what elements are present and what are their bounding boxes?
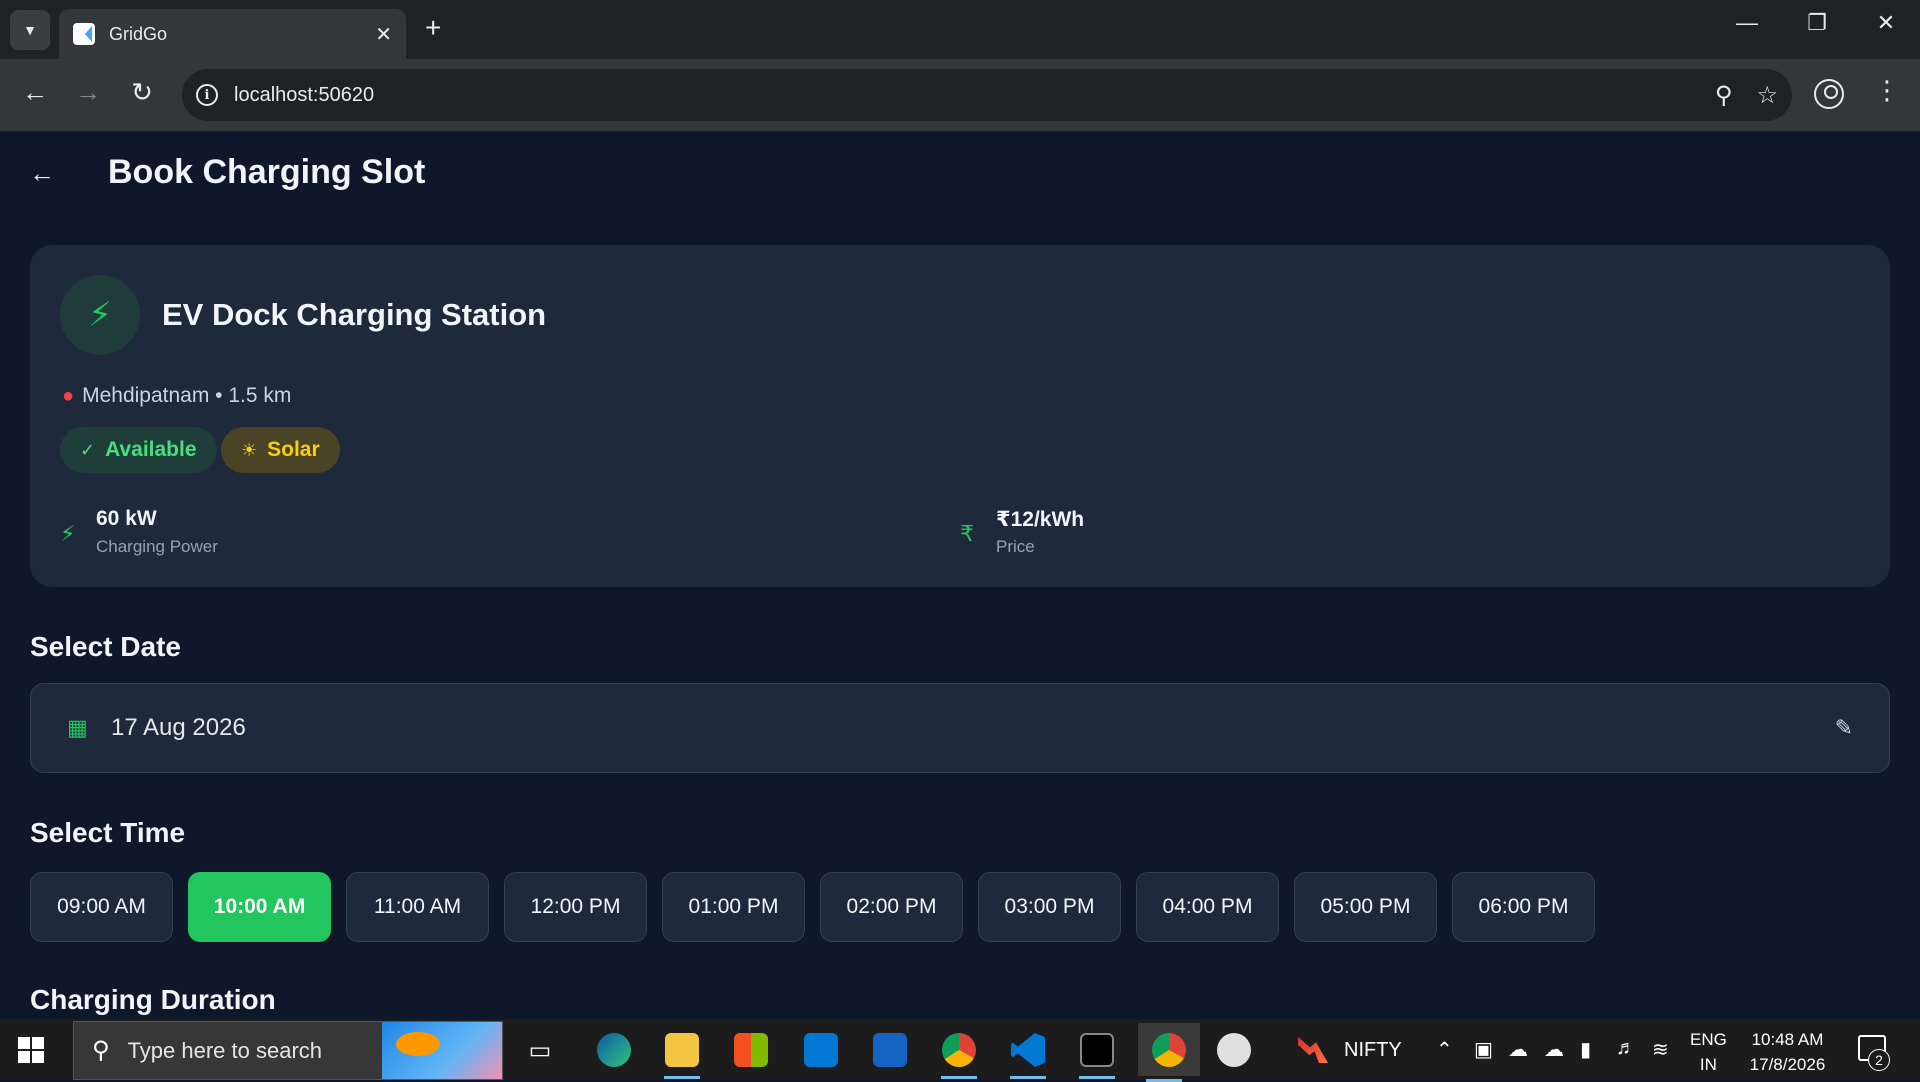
meet-icon[interactable]: ▣ <box>1474 1037 1493 1062</box>
time-slot[interactable]: 11:00 AM <box>346 872 489 942</box>
bolt-icon: ⚡ <box>60 521 76 546</box>
time-slot[interactable]: 03:00 PM <box>978 872 1121 942</box>
search-placeholder: Type here to search <box>127 1037 323 1063</box>
forward-button[interactable]: → <box>70 77 106 108</box>
language-indicator[interactable]: ENG IN <box>1690 1027 1727 1077</box>
windows-taskbar: ⚲ Type here to search ▭ NIFTY ⌃ ▣ ☁ ☁ ▮ … <box>0 1019 1920 1082</box>
onedrive-icon[interactable]: ☁ <box>1544 1037 1564 1062</box>
windsurf-icon[interactable] <box>864 1027 916 1073</box>
page-title: Book Charging Slot <box>108 153 426 191</box>
profile-icon[interactable] <box>1814 79 1844 109</box>
tab-title: GridGo <box>109 23 168 44</box>
currency-icon: ₹ <box>960 521 974 546</box>
kebab-menu-icon[interactable]: ⋮ <box>1874 75 1900 106</box>
tab-search-button[interactable]: ▼ <box>10 10 50 50</box>
vscode-icon[interactable] <box>1002 1027 1054 1079</box>
edit-date-icon[interactable]: ✎ <box>1835 715 1853 741</box>
minimize-button[interactable]: — <box>1727 10 1767 36</box>
chevron-down-icon: ▼ <box>23 22 37 38</box>
volume-icon[interactable]: ♬ <box>1616 1037 1636 1060</box>
terminal-icon[interactable] <box>1071 1027 1123 1079</box>
wifi-icon[interactable]: ≋ <box>1652 1037 1669 1062</box>
status-badge: ✓ Available <box>60 427 217 473</box>
stock-ticker-label: NIFTY <box>1344 1038 1402 1061</box>
energy-source-badge-label: Solar <box>267 438 320 461</box>
search-highlight-art <box>382 1022 502 1079</box>
time-slot[interactable]: 05:00 PM <box>1294 872 1437 942</box>
browser-tab-bar: ▼ GridGo ✕ + — ❐ ✕ <box>0 0 1920 59</box>
station-location: ● Mehdipatnam • 1.5 km <box>62 384 291 408</box>
ev-station-icon: ⚡ <box>60 275 140 355</box>
power-label: Charging Power <box>96 537 218 556</box>
price-label: Price <box>996 537 1035 556</box>
system-clock[interactable]: 10:48 AM 17/8/2026 <box>1745 1027 1830 1077</box>
station-location-text: Mehdipatnam • 1.5 km <box>82 384 292 407</box>
close-tab-icon[interactable]: ✕ <box>375 22 392 47</box>
location-pin-icon: ● <box>62 384 75 407</box>
station-card: ⚡ EV Dock Charging Station ● Mehdipatnam… <box>30 245 1890 587</box>
microsoft-store-icon[interactable] <box>725 1027 777 1073</box>
windows-start-icon[interactable] <box>18 1037 44 1063</box>
address-bar[interactable]: i localhost:50620 ⚲ ☆ <box>182 69 1792 121</box>
time-slot-selected[interactable]: 10:00 AM <box>188 872 331 942</box>
clock-time: 10:48 AM <box>1751 1030 1824 1049</box>
close-window-button[interactable]: ✕ <box>1866 10 1906 36</box>
stock-ticker-widget[interactable]: NIFTY <box>1298 1037 1402 1063</box>
calendar-icon: ▦ <box>67 715 88 740</box>
app-page: ← Book Charging Slot ⚡ EV Dock Charging … <box>0 131 1920 1019</box>
url-text[interactable]: localhost:50620 <box>234 84 1691 107</box>
chrome-icon[interactable] <box>1138 1023 1200 1082</box>
clock-date: 17/8/2026 <box>1749 1055 1826 1074</box>
battery-icon[interactable]: ▮ <box>1580 1037 1591 1062</box>
notification-count-badge: 2 <box>1868 1049 1890 1071</box>
chevron-up-icon[interactable]: ⌃ <box>1436 1037 1453 1062</box>
browser-toolbar: ← → ↻ i localhost:50620 ⚲ ☆ ⋮ <box>0 59 1920 131</box>
back-icon[interactable]: ← <box>29 155 55 191</box>
region-code: IN <box>1699 1055 1717 1074</box>
app-bar: ← Book Charging Slot <box>0 131 1920 215</box>
language-code: ENG <box>1690 1030 1727 1049</box>
taskbar-search-box[interactable]: ⚲ Type here to search <box>73 1021 503 1080</box>
search-icon: ⚲ <box>92 1037 110 1064</box>
new-tab-button[interactable]: + <box>425 12 441 44</box>
status-badge-label: Available <box>105 438 197 461</box>
chrome-profile-icon[interactable] <box>933 1027 985 1079</box>
energy-source-badge: ☀ Solar <box>221 427 340 473</box>
file-explorer-icon[interactable] <box>656 1027 708 1079</box>
power-value: 60 kW <box>96 507 157 530</box>
time-slot[interactable]: 02:00 PM <box>820 872 963 942</box>
price-value: ₹12/kWh <box>996 508 1085 531</box>
bookmark-star-icon[interactable]: ☆ <box>1756 81 1778 110</box>
info-icon[interactable]: i <box>196 84 218 106</box>
edge-icon[interactable] <box>588 1027 640 1073</box>
time-slot[interactable]: 06:00 PM <box>1452 872 1595 942</box>
time-slot[interactable]: 12:00 PM <box>504 872 647 942</box>
sun-icon: ☀ <box>241 439 258 460</box>
task-view-icon[interactable]: ▭ <box>514 1027 566 1073</box>
flutter-icon <box>73 23 95 45</box>
reload-button[interactable]: ↻ <box>124 77 160 108</box>
charging-duration-heading: Charging Duration <box>30 984 276 1015</box>
time-slot[interactable]: 09:00 AM <box>30 872 173 942</box>
paint-icon[interactable] <box>1208 1027 1260 1073</box>
location-pin-icon[interactable]: ⚲ <box>1715 81 1733 110</box>
mail-icon[interactable] <box>795 1027 847 1073</box>
restore-button[interactable]: ❐ <box>1797 10 1837 36</box>
date-picker-field[interactable]: ▦ 17 Aug 2026 ✎ <box>30 683 1890 773</box>
check-circle-icon: ✓ <box>80 439 96 460</box>
select-date-heading: Select Date <box>30 631 181 662</box>
cloud-off-icon[interactable]: ☁ <box>1508 1037 1528 1062</box>
select-time-heading: Select Time <box>30 817 186 848</box>
time-slot[interactable]: 01:00 PM <box>662 872 805 942</box>
selected-date: 17 Aug 2026 <box>111 714 246 741</box>
station-name: EV Dock Charging Station <box>162 297 547 332</box>
back-button[interactable]: ← <box>17 77 53 108</box>
trend-down-icon <box>1298 1037 1328 1063</box>
time-slot[interactable]: 04:00 PM <box>1136 872 1279 942</box>
browser-tab[interactable]: GridGo ✕ <box>59 9 406 59</box>
